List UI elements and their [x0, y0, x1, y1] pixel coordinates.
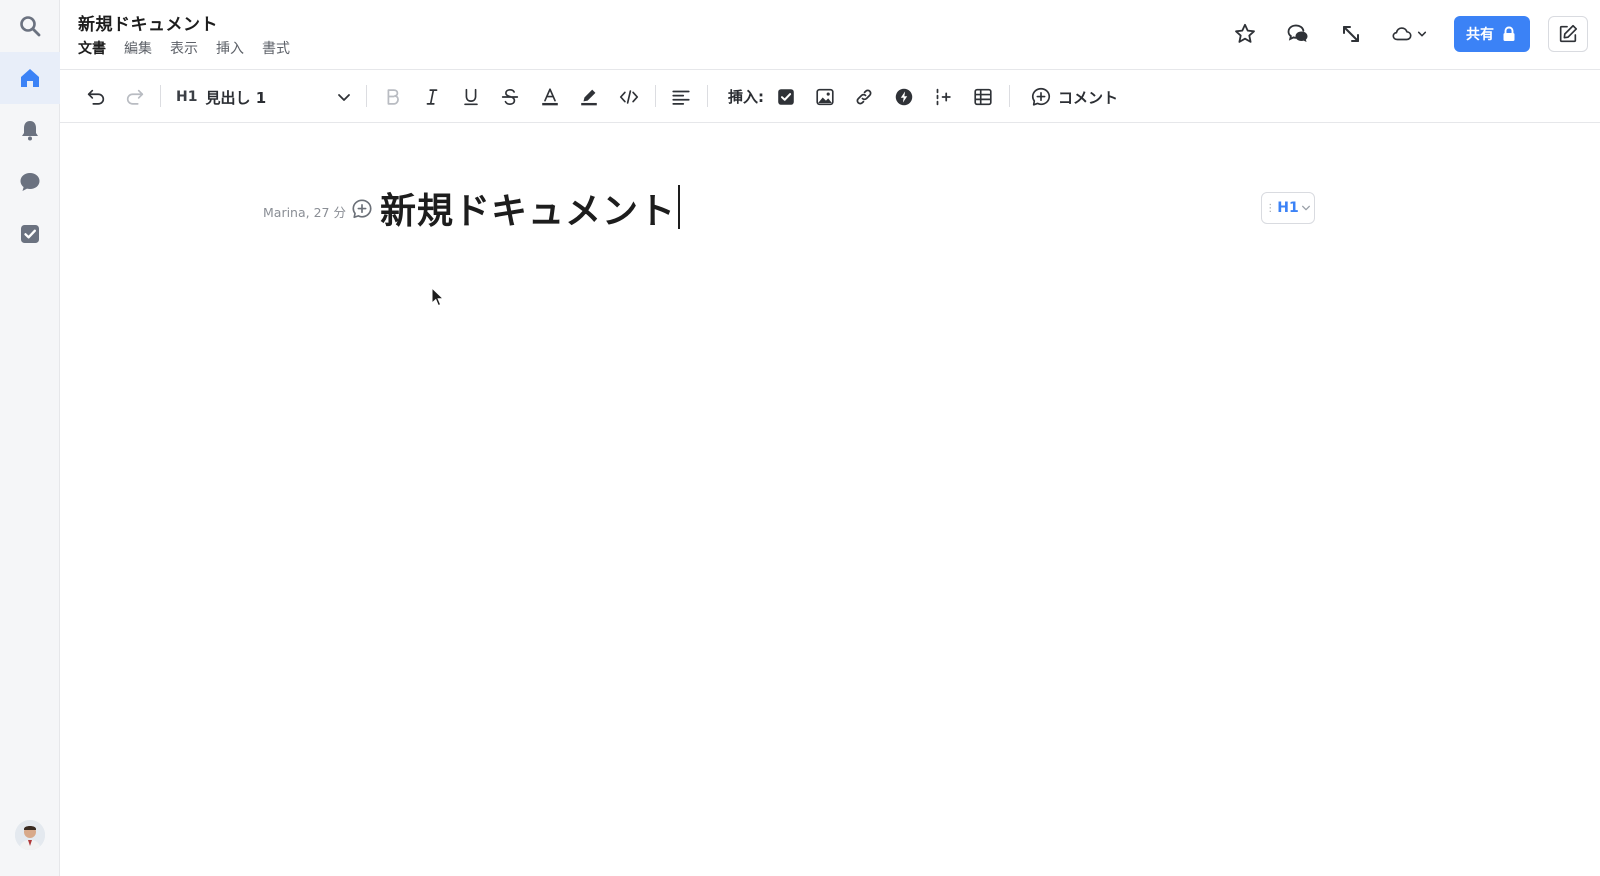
align-button[interactable] — [668, 83, 694, 111]
expand-arrows-icon — [1343, 26, 1359, 42]
menu-document[interactable]: 文書 — [78, 38, 115, 58]
text-color-icon — [542, 88, 558, 106]
document-header: 新規ドキュメント 文書 編集 表示 挿入 書式 共有 — [60, 0, 1600, 70]
bell-icon — [22, 121, 38, 141]
toolbar-divider — [655, 85, 656, 107]
strikethrough-button[interactable] — [497, 83, 523, 111]
italic-button[interactable] — [419, 83, 445, 111]
redo-button[interactable] — [122, 83, 148, 111]
expand-button[interactable] — [1331, 14, 1371, 54]
conversation-icon — [1287, 24, 1308, 42]
block-type-badge[interactable]: ⋮ H1 — [1261, 192, 1315, 224]
menu-edit[interactable]: 編集 — [124, 38, 161, 58]
code-icon — [619, 90, 639, 104]
image-icon — [816, 88, 834, 106]
home-icon — [21, 69, 39, 87]
bold-icon — [387, 89, 399, 105]
chevron-down-icon — [338, 94, 350, 101]
left-sidebar — [0, 0, 60, 876]
undo-icon — [87, 89, 105, 105]
conversation-button[interactable] — [1278, 14, 1318, 54]
menu-bar: 文書 編集 表示 挿入 書式 — [78, 38, 308, 58]
heading-level-tag: H1 — [176, 89, 198, 105]
user-avatar-icon — [15, 820, 45, 850]
menu-format[interactable]: 書式 — [262, 38, 299, 58]
checkbox-icon — [778, 89, 794, 105]
avatar[interactable] — [15, 820, 45, 850]
text-color-button[interactable] — [537, 83, 563, 111]
comment-plus-icon — [352, 199, 372, 219]
block-type-label: H1 — [1277, 200, 1299, 216]
strikethrough-icon — [501, 89, 519, 105]
text-caret — [678, 185, 681, 229]
author-timestamp: Marina, 27 分 — [263, 205, 346, 220]
share-button[interactable]: 共有 — [1454, 16, 1530, 52]
checkbox-icon — [21, 225, 39, 243]
sidebar-item-home[interactable] — [0, 52, 60, 104]
toolbar-divider — [1009, 85, 1010, 107]
insert-divider-button[interactable] — [930, 83, 956, 111]
menu-insert[interactable]: 挿入 — [216, 38, 253, 58]
comment-plus-icon — [1031, 87, 1051, 106]
underline-button[interactable] — [458, 83, 484, 111]
insert-table-button[interactable] — [970, 83, 996, 111]
share-button-label: 共有 — [1466, 27, 1494, 43]
italic-icon — [426, 89, 438, 105]
insert-break-icon — [936, 88, 951, 106]
underline-icon — [464, 88, 478, 106]
highlight-button[interactable] — [576, 83, 602, 111]
add-comment-inline-button[interactable] — [351, 198, 373, 220]
comment-label: コメント — [1058, 88, 1119, 107]
sidebar-item-messages[interactable] — [0, 156, 60, 208]
cloud-icon — [1392, 27, 1412, 41]
formatting-toolbar: H1 見出し 1 挿入: コメント — [60, 70, 1600, 123]
sidebar-item-notifications[interactable] — [0, 104, 60, 156]
edit-icon — [1559, 24, 1578, 43]
highlighter-icon — [581, 89, 597, 106]
drag-handle-icon[interactable]: ⋮ — [1265, 203, 1275, 214]
compose-button[interactable] — [1548, 16, 1588, 52]
add-comment-toolbar-button[interactable]: コメント — [1030, 83, 1118, 111]
lightning-icon — [895, 88, 913, 106]
insert-action-button[interactable] — [891, 83, 917, 111]
align-left-icon — [672, 90, 690, 105]
lock-icon — [1503, 26, 1515, 41]
bold-button[interactable] — [380, 83, 406, 111]
document-heading[interactable]: 新規ドキュメント — [380, 182, 681, 234]
code-button[interactable] — [616, 83, 642, 111]
search-icon — [20, 16, 41, 37]
chevron-down-icon — [1417, 31, 1427, 37]
document-title[interactable]: 新規ドキュメント — [78, 10, 218, 35]
undo-button[interactable] — [83, 83, 109, 111]
star-icon — [1235, 23, 1255, 43]
insert-checklist-button[interactable] — [773, 83, 799, 111]
redo-icon — [126, 89, 144, 105]
link-icon — [856, 89, 872, 105]
header-actions: 共有 — [1212, 14, 1600, 54]
insert-label: 挿入: — [728, 88, 764, 106]
insert-link-button[interactable] — [851, 83, 877, 111]
favorite-button[interactable] — [1225, 14, 1265, 54]
insert-image-button[interactable] — [812, 83, 838, 111]
block-style-select[interactable]: H1 見出し 1 — [176, 83, 354, 111]
cloud-sync-dropdown[interactable] — [1384, 14, 1432, 54]
toolbar-divider — [707, 85, 708, 107]
mouse-pointer-icon — [431, 287, 445, 307]
block-style-label: 見出し 1 — [205, 88, 267, 107]
sidebar-item-tasks[interactable] — [0, 208, 60, 260]
chat-icon — [20, 173, 40, 191]
menu-view[interactable]: 表示 — [170, 38, 207, 58]
toolbar-divider — [366, 85, 367, 107]
sidebar-item-search[interactable] — [0, 0, 60, 52]
toolbar-divider — [160, 85, 161, 107]
table-icon — [974, 88, 992, 106]
heading-text: 新規ドキュメント — [380, 191, 677, 232]
chevron-down-icon — [1301, 205, 1310, 211]
